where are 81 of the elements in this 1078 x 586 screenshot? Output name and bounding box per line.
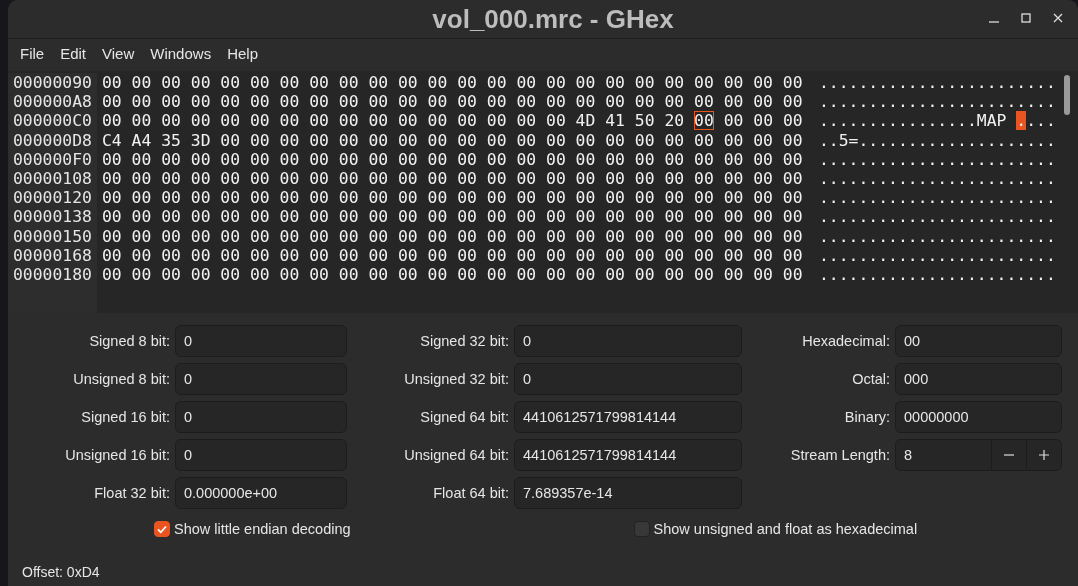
close-icon <box>1052 12 1064 24</box>
ascii-text[interactable]: ... <box>1026 111 1056 131</box>
field-label: Signed 8 bit: <box>88 333 170 349</box>
offset-label: 00000108 <box>13 168 92 189</box>
offset-label: 00000090 <box>13 73 92 93</box>
ascii-text[interactable]: ................MAP <box>818 111 1017 131</box>
hex-bytes[interactable]: 00 00 00 00 00 00 00 00 00 00 00 00 00 00 00 00 00 00 00 00 00 00 00 00 <box>101 207 803 227</box>
field-label: Float 64 bit: <box>432 485 509 501</box>
field-label: Hexadecimal: <box>801 333 890 349</box>
value-field[interactable]: 0 <box>175 325 347 357</box>
offset-label: 000000F0 <box>13 149 92 169</box>
hex-bytes[interactable]: 00 00 00 00 00 00 00 00 00 00 00 00 00 00 00 00 4D 41 50 20 <box>101 111 685 131</box>
checkbox-label[interactable]: Show little endian decoding <box>174 521 351 537</box>
offset-label: 000000A8 <box>13 92 92 112</box>
value-field[interactable]: 7.689357e-14 <box>514 477 742 509</box>
ascii-text[interactable]: ........................ <box>818 226 1056 246</box>
hex-bytes[interactable]: 00 00 00 00 00 00 00 00 00 00 00 00 00 00 00 00 00 00 00 00 00 00 00 00 <box>101 92 803 112</box>
menu-item[interactable]: Windows <box>142 42 220 64</box>
value-field[interactable]: 00 <box>895 325 1062 357</box>
offset-label: 00000168 <box>13 245 92 265</box>
status-text: Offset: 0xD4 <box>22 564 100 580</box>
field-label: Unsigned 32 bit: <box>403 371 509 387</box>
hex-bytes[interactable]: 00 00 00 00 00 00 00 00 00 00 00 00 00 00 00 00 00 00 00 00 00 00 00 00 <box>101 226 803 246</box>
hex-bytes[interactable]: 00 00 00 00 00 00 00 00 00 00 00 00 00 00 00 00 00 00 00 00 00 00 00 00 <box>101 188 803 208</box>
scrollbar-thumb[interactable] <box>1064 75 1070 115</box>
field-label: Signed 16 bit: <box>80 409 170 425</box>
offset-label: 00000120 <box>13 188 92 208</box>
menu-item[interactable]: View <box>94 42 143 64</box>
value-field[interactable]: 0.000000e+00 <box>175 477 347 509</box>
cursor-byte[interactable]: 00 <box>694 111 714 131</box>
field-label: Float 32 bit: <box>93 485 170 501</box>
ascii-text[interactable]: ........................ <box>818 245 1056 265</box>
menu-item[interactable]: File <box>12 42 53 64</box>
ascii-text[interactable]: ........................ <box>818 149 1056 169</box>
offset-label: 00000180 <box>13 264 92 285</box>
field-label: Signed 64 bit: <box>419 409 509 425</box>
field-label: Octal: <box>851 371 890 387</box>
field-label: Unsigned 8 bit: <box>72 371 170 387</box>
offset-label: 000000D8 <box>13 130 92 150</box>
field-label: Signed 32 bit: <box>419 333 509 349</box>
value-field[interactable]: 0 <box>175 401 347 433</box>
hex-bytes[interactable]: 00 00 00 <box>723 111 803 131</box>
value-field[interactable]: 4410612571799814144 <box>514 439 742 471</box>
maximize-icon <box>1020 12 1032 24</box>
hex-bytes[interactable]: C4 A4 35 3D 00 00 00 00 00 00 00 00 00 00 00 00 00 00 00 00 00 00 00 00 <box>101 130 803 150</box>
hex-bytes[interactable]: 00 00 00 00 00 00 00 00 00 00 00 00 00 00 00 00 00 00 00 00 00 00 00 00 <box>101 73 803 92</box>
field-label: Unsigned 16 bit: <box>64 447 170 463</box>
hex-view[interactable] <box>8 71 1078 313</box>
value-field[interactable]: 0 <box>514 325 742 357</box>
menu-item[interactable]: Help <box>219 42 266 64</box>
offset-label: 00000138 <box>13 207 92 227</box>
spin-field[interactable]: 8 <box>895 439 1062 471</box>
checkbox-label[interactable]: Show unsigned and float as hexadecimal <box>653 521 918 537</box>
field-label: Stream Length: <box>789 447 890 463</box>
minimize-icon <box>988 21 1000 23</box>
ascii-text[interactable]: ........................ <box>818 264 1056 284</box>
hex-bytes[interactable]: 00 00 00 00 00 00 00 00 00 00 00 00 00 00 00 00 00 00 00 00 00 00 00 00 <box>101 149 803 169</box>
ascii-text[interactable]: ........................ <box>818 188 1056 208</box>
menu-item[interactable]: Edit <box>52 42 95 64</box>
ascii-text[interactable]: ..5=.................... <box>818 130 1056 150</box>
ascii-text[interactable]: ........................ <box>818 168 1056 188</box>
field-label: Unsigned 64 bit: <box>403 447 509 463</box>
value-field[interactable]: 0 <box>514 363 742 395</box>
offset-label: 000000C0 <box>13 111 92 131</box>
ascii-text[interactable]: ........................ <box>818 73 1056 92</box>
value-field[interactable]: 0 <box>175 439 347 471</box>
hex-bytes[interactable]: 00 00 00 00 00 00 00 00 00 00 00 00 00 00 00 00 00 00 00 00 00 00 00 00 <box>101 264 803 284</box>
window-title: vol_000.mrc - GHex <box>432 3 674 35</box>
offset-label: 00000150 <box>13 226 92 246</box>
field-label: Binary: <box>843 409 890 425</box>
checkbox[interactable] <box>154 521 170 537</box>
value-field[interactable]: 000 <box>895 363 1062 395</box>
ascii-text[interactable]: ........................ <box>818 207 1056 227</box>
value-field[interactable]: 4410612571799814144 <box>514 401 742 433</box>
plus-icon <box>1038 449 1050 461</box>
hex-bytes[interactable]: 00 00 00 00 00 00 00 00 00 00 00 00 00 00 00 00 00 00 00 00 00 00 00 00 <box>101 245 803 265</box>
value-field[interactable]: 0 <box>175 363 347 395</box>
value-field[interactable]: 00000000 <box>895 401 1062 433</box>
hex-bytes[interactable]: 00 00 00 00 00 00 00 00 00 00 00 00 00 00 00 00 00 00 00 00 00 00 00 00 <box>101 168 803 188</box>
ascii-text[interactable]: ........................ <box>818 92 1056 112</box>
checkmark-icon <box>156 523 168 535</box>
